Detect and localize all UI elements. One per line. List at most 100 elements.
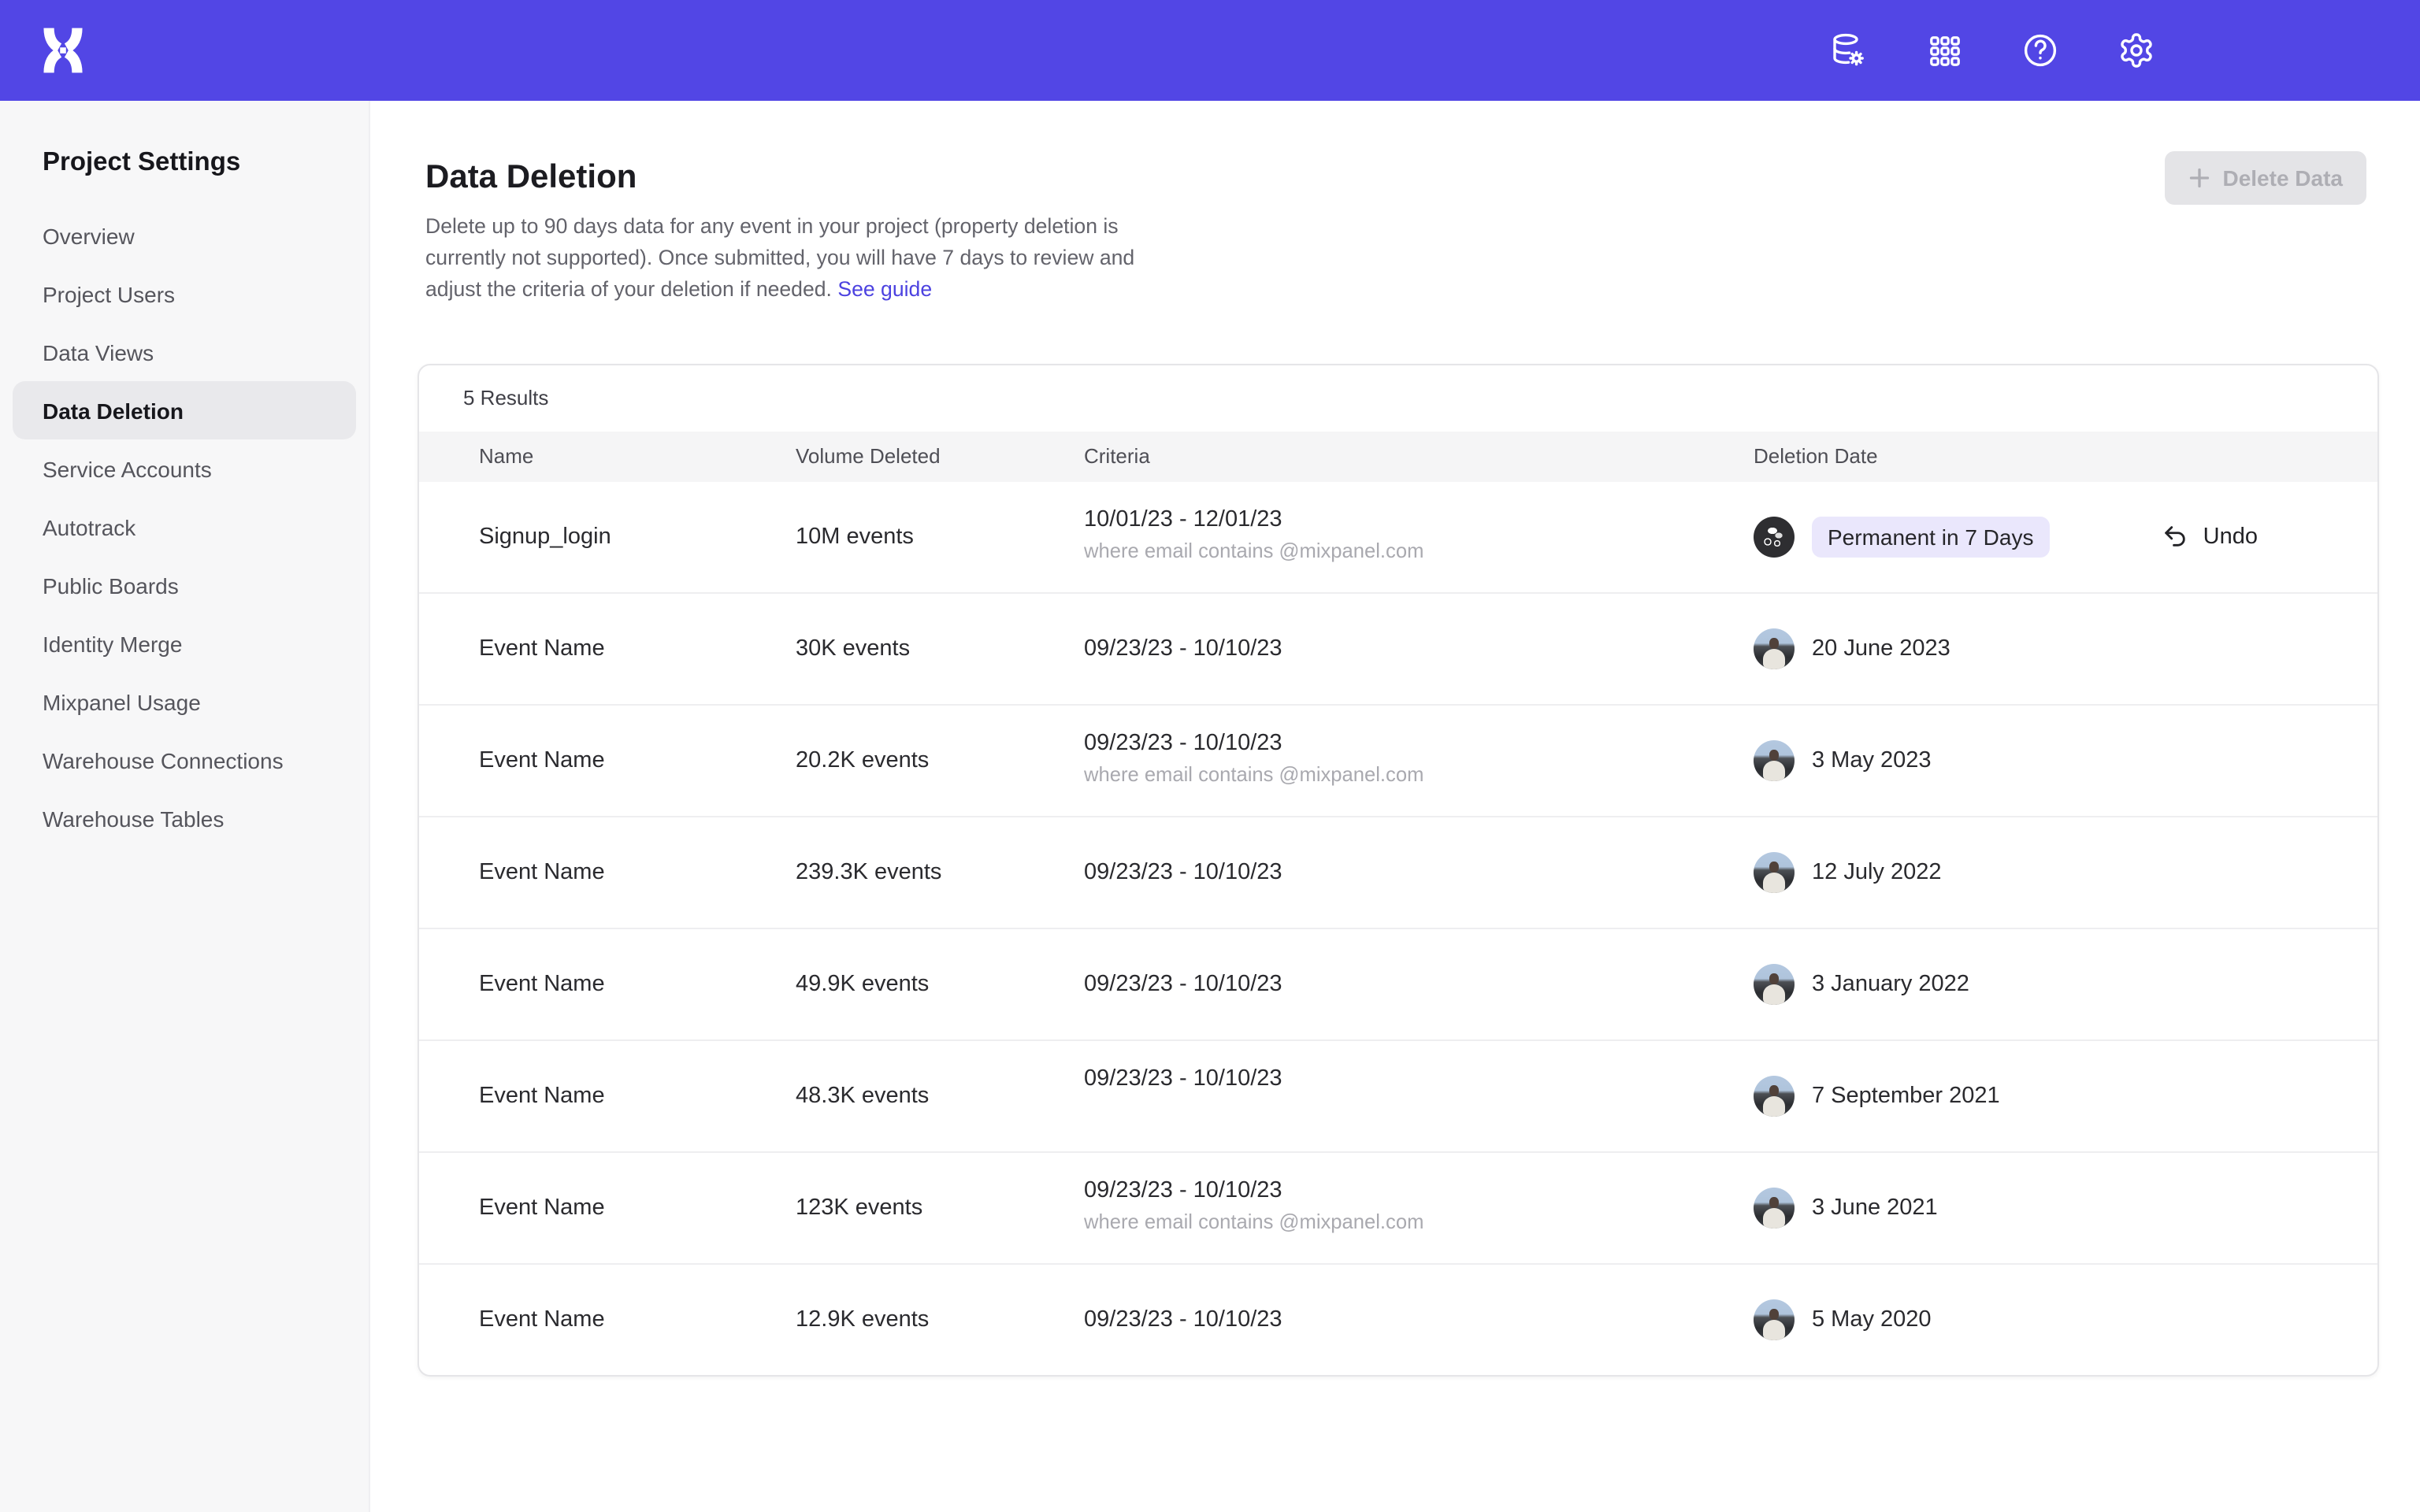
criteria-filter: where email contains @mixpanel.com [1084,762,1754,789]
results-count: 5 Results [419,365,2377,431]
volume-deleted-cell: 239.3K events [796,859,1084,884]
undo-label: Undo [2203,524,2258,549]
sidebar-item-label: Overview [43,223,135,248]
sidebar-item-label: Warehouse Tables [43,806,224,831]
deletion-date-cell: 3 January 2022 [1754,963,2377,1004]
column-header-criteria: Criteria [1084,444,1754,468]
criteria-filter: where email contains @mixpanel.com [1084,539,1754,565]
user-avatar [1754,1299,1795,1340]
sidebar-item-label: Warehouse Connections [43,747,284,773]
user-avatar [1754,963,1795,1004]
event-name-cell: Event Name [419,747,796,773]
page-title: Data Deletion [425,159,2379,197]
deletion-date-cell: Permanent in 7 Days Undo [1754,516,2377,557]
volume-deleted-cell: 10M events [796,524,1084,549]
criteria-cell: 09/23/23 - 10/10/23 [1084,1306,1754,1332]
event-name-cell: Event Name [419,636,796,661]
event-name-cell: Event Name [419,971,796,996]
criteria-cell: 10/01/23 - 12/01/23 where email contains… [1084,507,1754,565]
table-header-row: Name Volume Deleted Criteria Deletion Da… [419,431,2377,481]
criteria-range: 10/01/23 - 12/01/23 [1084,507,1754,532]
top-navigation-bar [0,0,2420,101]
undo-icon [2162,523,2189,550]
event-name-cell: Event Name [419,1083,796,1108]
table-row: Event Name 20.2K events 09/23/23 - 10/10… [419,703,2377,815]
volume-deleted-cell: 30K events [796,636,1084,661]
delete-data-label: Delete Data [2222,165,2343,191]
sidebar-item-label: Service Accounts [43,456,212,481]
criteria-range: 09/23/23 - 10/10/23 [1084,1066,1754,1091]
volume-deleted-cell: 20.2K events [796,747,1084,773]
column-header-deletion-date: Deletion Date [1754,444,2377,468]
user-avatar [1754,516,1795,557]
deletion-date-text: 3 January 2022 [1812,971,1969,996]
deletion-date-cell: 3 May 2023 [1754,739,2377,780]
sidebar-nav: Overview Project Users Data Views Data D… [0,206,369,847]
user-avatar [1754,739,1795,780]
volume-deleted-cell: 49.9K events [796,971,1084,996]
sidebar-item-overview[interactable]: Overview [0,206,369,265]
criteria-range: 09/23/23 - 10/10/23 [1084,636,1754,661]
criteria-filter [1084,1098,1754,1125]
deletion-date-text: 3 May 2023 [1812,747,1932,773]
sidebar-item-public-boards[interactable]: Public Boards [0,556,369,614]
table-row: Event Name 123K events 09/23/23 - 10/10/… [419,1151,2377,1262]
page-description: Delete up to 90 days data for any event … [425,211,1138,306]
sidebar-item-project-users[interactable]: Project Users [0,265,369,323]
sidebar-item-mixpanel-usage[interactable]: Mixpanel Usage [0,673,369,731]
deletion-date-text: 3 June 2021 [1812,1195,1938,1220]
column-header-volume: Volume Deleted [796,444,1084,468]
sidebar-item-label: Autotrack [43,514,135,539]
mixpanel-logo-icon [36,24,90,77]
criteria-range: 09/23/23 - 10/10/23 [1084,859,1754,884]
sidebar-item-label: Mixpanel Usage [43,689,201,714]
deletion-date-text: 12 July 2022 [1812,859,1941,884]
sidebar-item-data-deletion[interactable]: Data Deletion [13,381,356,439]
delete-data-button[interactable]: Delete Data [2164,151,2366,205]
sidebar-item-service-accounts[interactable]: Service Accounts [0,439,369,498]
topbar-icon-group [1829,32,2420,69]
table-row: Event Name 12.9K events 09/23/23 - 10/10… [419,1262,2377,1374]
volume-deleted-cell: 123K events [796,1195,1084,1220]
sidebar-item-label: Identity Merge [43,631,182,656]
criteria-range: 09/23/23 - 10/10/23 [1084,731,1754,756]
criteria-filter: where email contains @mixpanel.com [1084,1210,1754,1236]
sidebar-item-warehouse-connections[interactable]: Warehouse Connections [0,731,369,789]
content-shell: Project Settings Overview Project Users … [0,101,2420,1512]
deletion-date-cell: 7 September 2021 [1754,1075,2377,1116]
volume-deleted-cell: 12.9K events [796,1306,1084,1332]
table-row: Event Name 30K events 09/23/23 - 10/10/2… [419,591,2377,703]
criteria-range: 09/23/23 - 10/10/23 [1084,971,1754,996]
criteria-cell: 09/23/23 - 10/10/23 where email contains… [1084,731,1754,789]
deletion-date-cell: 20 June 2023 [1754,628,2377,669]
sidebar-item-identity-merge[interactable]: Identity Merge [0,614,369,673]
help-icon[interactable] [2021,32,2059,69]
deletion-date-text: 5 May 2020 [1812,1306,1932,1332]
mixpanel-logo[interactable] [33,20,93,80]
app-window: Project Settings Overview Project Users … [0,0,2420,1512]
sidebar-item-autotrack[interactable]: Autotrack [0,498,369,556]
criteria-range: 09/23/23 - 10/10/23 [1084,1178,1754,1203]
deletion-date-cell: 5 May 2020 [1754,1299,2377,1340]
event-name-cell: Event Name [419,1306,796,1332]
table-row: Event Name 49.9K events 09/23/23 - 10/10… [419,927,2377,1039]
see-guide-link[interactable]: See guide [837,278,932,302]
criteria-cell: 09/23/23 - 10/10/23 where email contains… [1084,1178,1754,1236]
page-description-text: Delete up to 90 days data for any event … [425,214,1134,302]
event-name-cell: Event Name [419,1195,796,1220]
user-avatar [1754,1187,1795,1228]
data-settings-icon[interactable] [1829,32,1867,69]
settings-gear-icon[interactable] [2118,32,2155,69]
user-avatar [1754,1075,1795,1116]
sidebar-item-data-views[interactable]: Data Views [0,323,369,381]
sidebar-heading: Project Settings [0,148,369,194]
sidebar-item-label: Public Boards [43,573,179,598]
criteria-range: 09/23/23 - 10/10/23 [1084,1306,1754,1332]
undo-button[interactable]: Undo [2162,523,2377,550]
sidebar-item-label: Data Views [43,339,154,365]
event-name-cell: Event Name [419,859,796,884]
criteria-cell: 09/23/23 - 10/10/23 [1084,1066,1754,1125]
sidebar-item-warehouse-tables[interactable]: Warehouse Tables [0,789,369,847]
apps-grid-icon[interactable] [1925,32,1963,69]
criteria-cell: 09/23/23 - 10/10/23 [1084,859,1754,884]
